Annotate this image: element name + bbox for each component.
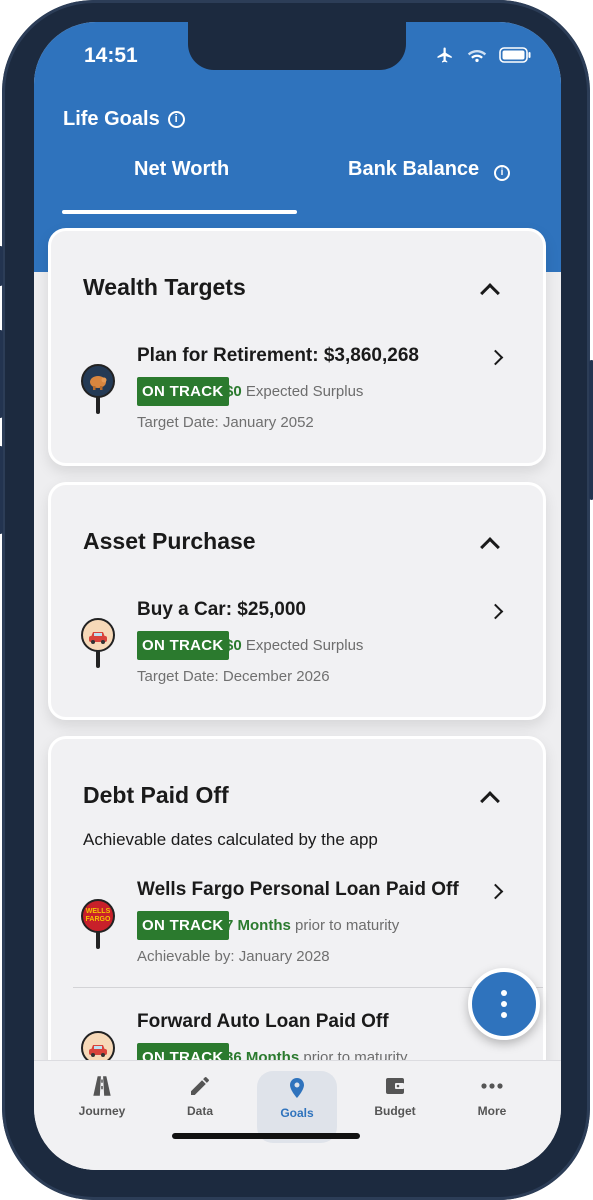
goal-achievable-date: Achievable by: January 2028: [137, 948, 330, 965]
logo-text: WELLS: [85, 908, 111, 915]
more-actions-button[interactable]: [468, 968, 540, 1040]
phone-frame: 14:51 Life Goals i Net Worth Bank Balanc…: [0, 0, 593, 1200]
volume-up-button: [0, 330, 3, 418]
chevron-right-icon[interactable]: [487, 603, 504, 620]
status-badge: ON TRACK: [137, 377, 229, 406]
nav-budget[interactable]: Budget: [355, 1071, 435, 1118]
side-button: [0, 246, 3, 286]
nav-label: Budget: [374, 1104, 416, 1118]
nav-label: More: [477, 1104, 507, 1118]
months-ahead: 7 Months: [225, 917, 291, 934]
tab-net-worth[interactable]: Net Worth: [134, 158, 229, 181]
collapse-chevron-icon[interactable]: [480, 791, 500, 811]
status-time: 14:51: [84, 44, 138, 67]
nav-label: Goals: [280, 1106, 314, 1120]
nav-label: Journey: [78, 1104, 126, 1118]
surplus-label: Expected Surplus: [241, 637, 364, 654]
goal-title[interactable]: Wells Fargo Personal Loan Paid Off: [137, 879, 459, 901]
nav-journey[interactable]: Journey: [62, 1071, 142, 1118]
volume-down-button: [0, 446, 3, 534]
status-badge: ON TRACK: [137, 911, 229, 940]
chevron-right-icon[interactable]: [487, 883, 504, 900]
surplus-label: Expected Surplus: [241, 383, 364, 400]
tab-bank-balance[interactable]: Bank Balance: [348, 158, 479, 181]
more-horizontal-icon: [452, 1071, 532, 1101]
car-icon: [81, 618, 115, 670]
goal-title[interactable]: Plan for Retirement: $3,860,268: [137, 345, 419, 367]
section-title: Asset Purchase: [83, 528, 256, 554]
page-title-label: Life Goals: [63, 108, 160, 130]
pencil-icon: [160, 1071, 240, 1101]
collapse-chevron-icon[interactable]: [480, 537, 500, 557]
piggy-bank-icon: [81, 364, 115, 416]
nav-data[interactable]: Data: [160, 1071, 240, 1118]
wifi-icon: [467, 47, 487, 68]
goal-target-date: Target Date: December 2026: [137, 668, 330, 685]
battery-icon: [499, 47, 531, 68]
goal-title[interactable]: Forward Auto Loan Paid Off: [137, 1011, 389, 1033]
nav-more[interactable]: More: [452, 1071, 532, 1118]
status-badge: ON TRACK: [137, 631, 229, 660]
goal-surplus: 7 Months prior to maturity: [225, 917, 399, 934]
road-icon: [62, 1071, 142, 1101]
chevron-right-icon[interactable]: [487, 349, 504, 366]
goal-title[interactable]: Buy a Car: $25,000: [137, 599, 306, 621]
page-title: Life Goals i: [63, 108, 185, 131]
status-icons: [435, 46, 531, 69]
collapse-chevron-icon[interactable]: [480, 283, 500, 303]
info-icon[interactable]: i: [167, 111, 185, 128]
asset-purchase-card: Asset Purchase Buy a Car: $25,000 ON TRA…: [48, 482, 546, 720]
section-subtitle: Achievable dates calculated by the app: [83, 830, 378, 849]
goal-surplus: $0 Expected Surplus: [225, 637, 363, 654]
nav-label: Data: [186, 1104, 213, 1118]
location-pin-icon: [257, 1073, 337, 1103]
notch: [188, 22, 406, 70]
wallet-icon: [355, 1071, 435, 1101]
months-ahead-label: prior to maturity: [290, 917, 400, 934]
app-screen: 14:51 Life Goals i Net Worth Bank Balanc…: [34, 22, 561, 1170]
home-indicator: [172, 1133, 360, 1139]
power-button: [589, 360, 593, 500]
bank-balance-info-icon[interactable]: i: [494, 162, 510, 181]
goal-target-date: Target Date: January 2052: [137, 414, 314, 431]
wealth-targets-card: Wealth Targets Plan for Retirement: $3,8…: [48, 228, 546, 466]
airplane-mode-icon: [435, 46, 455, 69]
bottom-nav: Journey Data Goals Budget More: [34, 1060, 561, 1170]
surplus-amount: $0: [225, 383, 242, 400]
section-title: Debt Paid Off: [83, 782, 229, 808]
active-tab-indicator: [62, 210, 297, 214]
logo-text: FARGO: [85, 916, 111, 923]
surplus-amount: $0: [225, 637, 242, 654]
section-title: Wealth Targets: [83, 274, 246, 300]
wells-fargo-logo-icon: WELLS FARGO: [81, 899, 115, 951]
goal-surplus: $0 Expected Surplus: [225, 383, 363, 400]
